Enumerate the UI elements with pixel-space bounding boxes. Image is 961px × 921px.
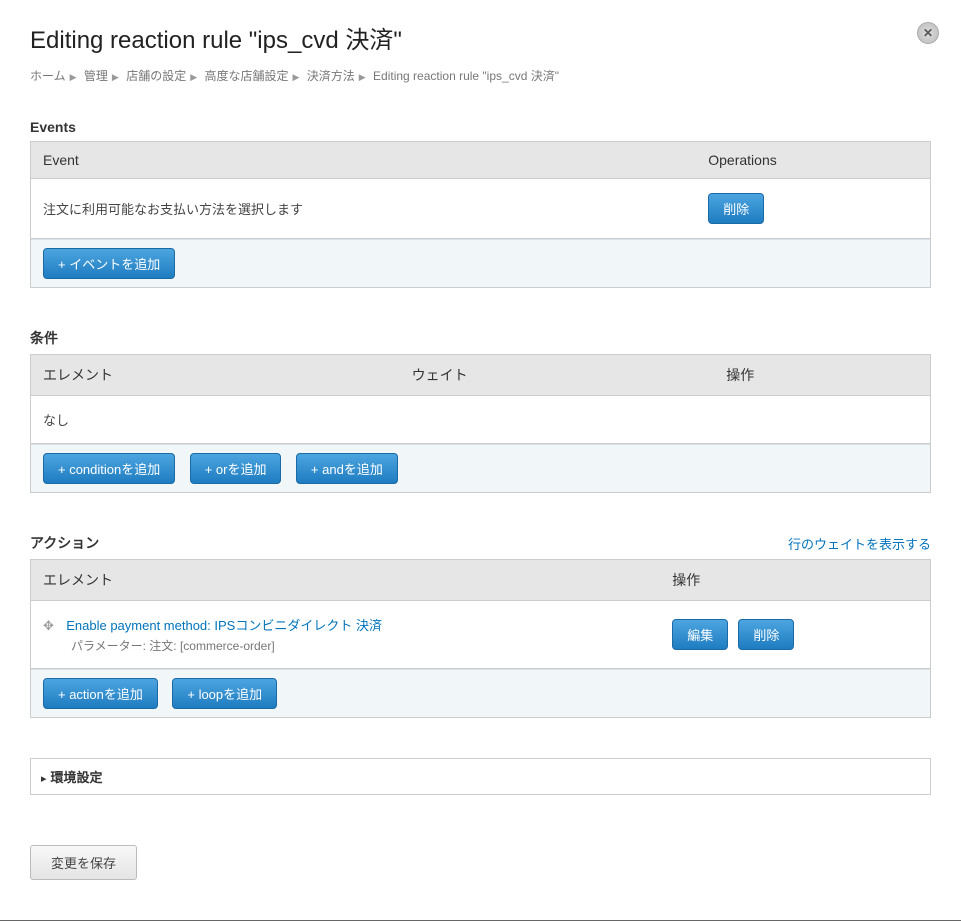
delete-action-button[interactable]: 削除: [738, 619, 794, 650]
cond-col-weight: ウェイト: [400, 355, 715, 396]
delete-event-button[interactable]: 削除: [708, 193, 764, 224]
actions-heading: アクション: [30, 533, 99, 553]
action-link[interactable]: Enable payment method: IPSコンビニダイレクト 決済: [66, 618, 382, 633]
conditions-heading: 条件: [30, 328, 58, 348]
conditions-table: エレメント ウェイト 操作 なし + conditionを追加 + orを追加 …: [30, 354, 931, 493]
table-row: なし: [31, 396, 930, 444]
breadcrumb-advanced[interactable]: 高度な店舗設定: [204, 69, 288, 83]
add-condition-button[interactable]: + conditionを追加: [43, 453, 175, 484]
events-table: Event Operations 注文に利用可能なお支払い方法を選択します 削除…: [30, 141, 931, 288]
chevron-right-icon: ▶: [70, 72, 77, 83]
table-row: ✥ Enable payment method: IPSコンビニダイレクト 決済…: [31, 601, 930, 669]
events-col-event: Event: [31, 142, 696, 179]
settings-fieldset[interactable]: ▸ 環境設定: [30, 758, 931, 795]
cond-col-ops: 操作: [714, 355, 930, 396]
events-col-ops: Operations: [696, 142, 930, 179]
triangle-right-icon: ▸: [41, 773, 47, 785]
breadcrumb-current: Editing reaction rule "ips_cvd 決済": [373, 69, 559, 83]
chevron-right-icon: ▶: [190, 72, 197, 83]
save-button[interactable]: 変更を保存: [30, 845, 137, 880]
add-loop-button[interactable]: + loopを追加: [172, 678, 277, 709]
settings-label: 環境設定: [51, 770, 103, 785]
breadcrumb-store[interactable]: 店舗の設定: [126, 69, 186, 83]
cond-col-element: エレメント: [31, 355, 400, 396]
breadcrumb-home[interactable]: ホーム: [30, 69, 66, 83]
actions-col-ops: 操作: [660, 560, 930, 601]
chevron-right-icon: ▶: [359, 72, 366, 83]
cond-none: なし: [31, 396, 930, 444]
chevron-right-icon: ▶: [112, 72, 119, 83]
chevron-right-icon: ▶: [292, 72, 299, 83]
event-label: 注文に利用可能なお支払い方法を選択します: [31, 179, 696, 239]
breadcrumb: ホーム ▶ 管理 ▶ 店舗の設定 ▶ 高度な店舗設定 ▶ 決済方法 ▶ Editing r…: [30, 67, 931, 84]
add-event-button[interactable]: + イベントを追加: [43, 248, 175, 279]
add-or-button[interactable]: + orを追加: [190, 453, 282, 484]
events-heading: Events: [30, 119, 76, 135]
edit-action-button[interactable]: 編集: [672, 619, 728, 650]
page-title: Editing reaction rule "ips_cvd 決済": [30, 20, 931, 55]
close-icon[interactable]: ✕: [917, 22, 939, 44]
add-action-button[interactable]: + actionを追加: [43, 678, 158, 709]
actions-table: エレメント 操作 ✥ Enable payment method: IPSコンビ…: [30, 559, 931, 718]
show-row-weights-link[interactable]: 行のウェイトを表示する: [788, 534, 931, 553]
actions-col-element: エレメント: [31, 560, 660, 601]
table-row: 注文に利用可能なお支払い方法を選択します 削除: [31, 179, 930, 239]
drag-handle-icon[interactable]: ✥: [43, 618, 59, 634]
breadcrumb-admin[interactable]: 管理: [84, 69, 108, 83]
add-and-button[interactable]: + andを追加: [296, 453, 398, 484]
action-params: パラメーター: 注文: [commerce-order]: [71, 637, 648, 654]
breadcrumb-payment[interactable]: 決済方法: [307, 69, 355, 83]
